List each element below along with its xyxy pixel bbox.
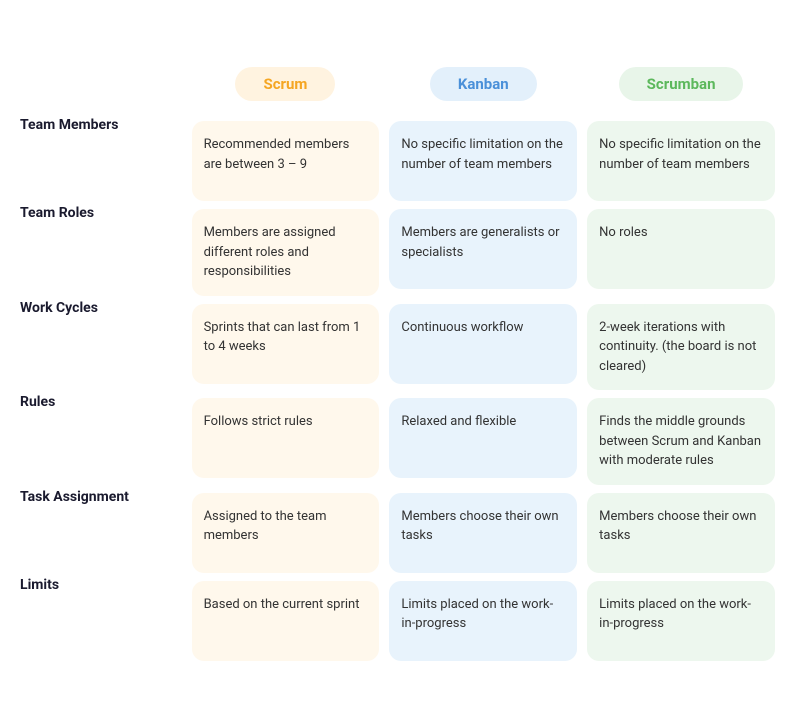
cell-kanban-5: Limits placed on the work-in-progress	[384, 577, 582, 665]
cell-scrumban-3: Finds the middle grounds between Scrum a…	[582, 394, 780, 489]
cell-kanban-1: Members are generalists or specialists	[384, 205, 582, 300]
cell-content-kanban-5: Limits placed on the work-in-progress	[389, 581, 577, 661]
table-row: LimitsBased on the current sprintLimits …	[20, 577, 780, 665]
cell-kanban-2: Continuous workflow	[384, 300, 582, 395]
row-label: Limits	[20, 577, 187, 665]
cell-scrumban-1: No roles	[582, 205, 780, 300]
cell-content-kanban-1: Members are generalists or specialists	[389, 209, 577, 289]
row-label: Work Cycles	[20, 300, 187, 395]
row-label: Rules	[20, 394, 187, 489]
cell-scrum-0: Recommended members are between 3 – 9	[187, 117, 385, 205]
cell-scrumban-5: Limits placed on the work-in-progress	[582, 577, 780, 665]
header-scrum: Scrum	[187, 55, 385, 117]
row-label: Team Members	[20, 117, 187, 205]
cell-content-scrum-1: Members are assigned different roles and…	[192, 209, 380, 296]
cell-kanban-4: Members choose their own tasks	[384, 489, 582, 577]
cell-scrumban-4: Members choose their own tasks	[582, 489, 780, 577]
cell-kanban-3: Relaxed and flexible	[384, 394, 582, 489]
cell-content-scrum-0: Recommended members are between 3 – 9	[192, 121, 380, 201]
table-row: Work CyclesSprints that can last from 1 …	[20, 300, 780, 395]
cell-content-scrum-3: Follows strict rules	[192, 398, 380, 478]
header-scrumban: Scrumban	[582, 55, 780, 117]
cell-content-kanban-3: Relaxed and flexible	[389, 398, 577, 478]
cell-content-scrum-2: Sprints that can last from 1 to 4 weeks	[192, 304, 380, 384]
cell-scrum-5: Based on the current sprint	[187, 577, 385, 665]
cell-content-scrumban-2: 2-week iterations with continuity. (the …	[587, 304, 775, 391]
cell-content-scrum-5: Based on the current sprint	[192, 581, 380, 661]
table-row: RulesFollows strict rulesRelaxed and fle…	[20, 394, 780, 489]
cell-content-scrumban-0: No specific limitation on the number of …	[587, 121, 775, 201]
table-row: Team RolesMembers are assigned different…	[20, 205, 780, 300]
cell-content-scrumban-5: Limits placed on the work-in-progress	[587, 581, 775, 661]
cell-content-scrumban-4: Members choose their own tasks	[587, 493, 775, 573]
table-row: Team MembersRecommended members are betw…	[20, 117, 780, 205]
header-row: Scrum Kanban Scrumban	[20, 55, 780, 117]
cell-scrum-3: Follows strict rules	[187, 394, 385, 489]
table-row: Task AssignmentAssigned to the team memb…	[20, 489, 780, 577]
cell-content-scrumban-1: No roles	[587, 209, 775, 289]
row-label: Team Roles	[20, 205, 187, 300]
cell-content-scrumban-3: Finds the middle grounds between Scrum a…	[587, 398, 775, 485]
cell-scrumban-0: No specific limitation on the number of …	[582, 117, 780, 205]
cell-content-kanban-2: Continuous workflow	[389, 304, 577, 384]
cell-scrumban-2: 2-week iterations with continuity. (the …	[582, 300, 780, 395]
cell-content-kanban-4: Members choose their own tasks	[389, 493, 577, 573]
cell-scrum-4: Assigned to the team members	[187, 489, 385, 577]
cell-scrum-2: Sprints that can last from 1 to 4 weeks	[187, 300, 385, 395]
cell-content-scrum-4: Assigned to the team members	[192, 493, 380, 573]
cell-kanban-0: No specific limitation on the number of …	[384, 117, 582, 205]
comparison-table: Scrum Kanban Scrumban Team MembersRecomm…	[20, 55, 780, 665]
cell-content-kanban-0: No specific limitation on the number of …	[389, 121, 577, 201]
cell-scrum-1: Members are assigned different roles and…	[187, 205, 385, 300]
header-kanban: Kanban	[384, 55, 582, 117]
row-label: Task Assignment	[20, 489, 187, 577]
header-empty	[20, 55, 187, 117]
